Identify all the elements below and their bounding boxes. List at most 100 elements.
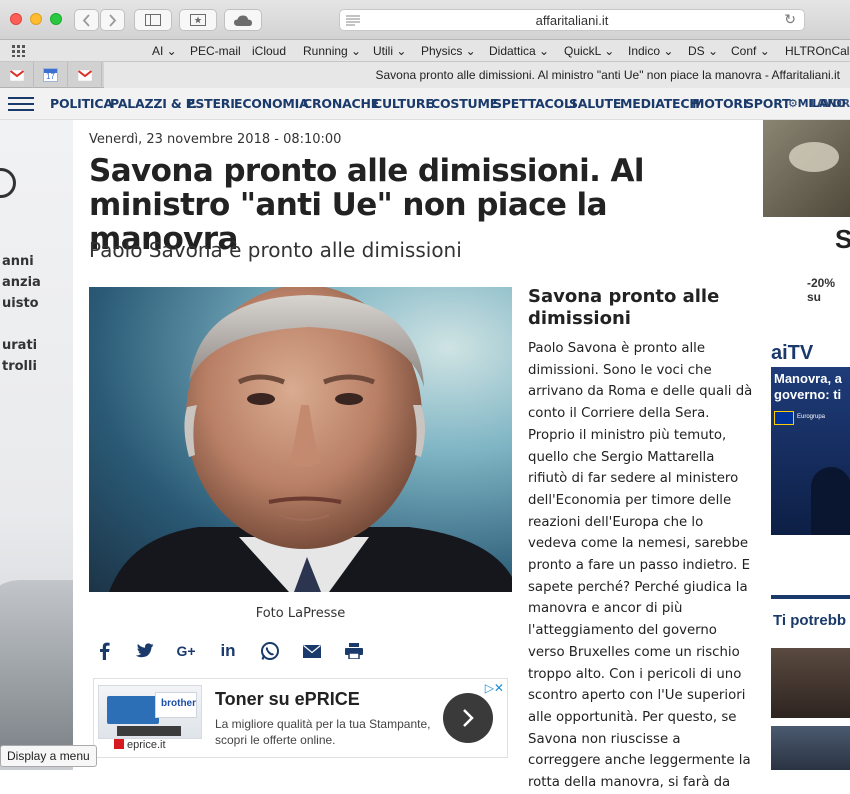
bookmark-folder-utili[interactable]: Utili ⌄ bbox=[373, 44, 406, 58]
ad-brand: eprice.it bbox=[114, 739, 166, 751]
whatsapp-icon bbox=[261, 642, 279, 660]
calendar-day: 17 bbox=[46, 72, 55, 81]
nav-culture[interactable]: CULTURE bbox=[373, 96, 434, 111]
email-share-button[interactable] bbox=[301, 640, 323, 662]
recommended-header: Ti potrebb bbox=[773, 612, 847, 629]
icloud-tabs-button[interactable] bbox=[224, 9, 262, 31]
bookmark-folder-ai[interactable]: AI ⌄ bbox=[152, 44, 177, 58]
ad-product-image[interactable] bbox=[763, 120, 850, 217]
recommended-thumbnail[interactable] bbox=[771, 648, 850, 718]
bookmarks-bar: AI ⌄ PEC-mail iCloud Running ⌄ Utili ⌄ P… bbox=[0, 40, 850, 62]
back-button[interactable] bbox=[74, 9, 99, 31]
ad-printer-image: brother bbox=[98, 685, 202, 739]
bookmark-folder-didattica[interactable]: Didattica ⌄ bbox=[489, 44, 549, 58]
pinned-tab-gmail[interactable] bbox=[0, 62, 34, 88]
nav-costume[interactable]: COSTUME bbox=[431, 96, 498, 111]
gmail-icon bbox=[77, 69, 92, 81]
url-text: affaritaliani.it bbox=[535, 13, 609, 28]
ad-text: La migliore qualità per la tua Stampante… bbox=[215, 717, 431, 747]
reload-icon[interactable]: ↻ bbox=[784, 12, 796, 28]
close-window-button[interactable] bbox=[10, 13, 22, 25]
active-tab[interactable]: Savona pronto alle dimissioni. Al minist… bbox=[104, 62, 850, 88]
bookmark-folder-running[interactable]: Running ⌄ bbox=[303, 44, 361, 58]
whatsapp-share-button[interactable] bbox=[259, 640, 281, 662]
grid-icon[interactable] bbox=[12, 45, 26, 57]
bookmark-folder-quickl[interactable]: QuickL ⌄ bbox=[564, 44, 614, 58]
pinned-tab-gmail-2[interactable] bbox=[68, 62, 102, 88]
ad-title[interactable]: Toner su ePRICE bbox=[215, 689, 360, 710]
ad-go-button[interactable] bbox=[443, 693, 493, 743]
article-body: Paolo Savona è pronto alle dimissioni. S… bbox=[528, 341, 753, 791]
tab-bar: 17 Savona pronto alle dimissioni. Al min… bbox=[0, 62, 850, 88]
bookmark-folder-ds[interactable]: DS ⌄ bbox=[688, 44, 718, 58]
tab-title: Savona pronto alle dimissioni. Al minist… bbox=[375, 68, 840, 82]
photo-caption: Foto LaPresse bbox=[255, 606, 346, 621]
bookmark-icloud[interactable]: iCloud bbox=[252, 44, 286, 58]
chevron-left-icon bbox=[82, 13, 90, 27]
ad-car-image bbox=[0, 580, 73, 760]
nav-spettacoli[interactable]: SPETTACOLI bbox=[493, 96, 576, 111]
article-photo bbox=[89, 287, 512, 592]
print-button[interactable] bbox=[343, 640, 365, 662]
nav-lavoro[interactable]: LAVOR bbox=[810, 97, 850, 110]
video-figure bbox=[811, 467, 850, 535]
ad-discount: -20% su bbox=[807, 276, 836, 304]
address-bar[interactable]: affaritaliani.it ↻ bbox=[339, 9, 805, 31]
chevron-right-icon bbox=[463, 709, 474, 727]
facebook-share-button[interactable] bbox=[93, 640, 115, 662]
eprice-logo-icon bbox=[114, 739, 124, 749]
nav-cronache[interactable]: CRONACHE bbox=[303, 96, 379, 111]
nav-palazzi[interactable]: PALAZZI & P. bbox=[110, 96, 197, 111]
aitv-header[interactable]: aiTV bbox=[771, 342, 813, 365]
video-title: Manovra, a governo: ti bbox=[774, 371, 842, 402]
email-icon bbox=[303, 644, 321, 658]
pinned-tab-calendar[interactable]: 17 bbox=[34, 62, 68, 88]
nav-politica[interactable]: POLITICA bbox=[50, 96, 113, 111]
site-navigation: POLITICA PALAZZI & P. ESTERI ECONOMIA CR… bbox=[0, 88, 850, 120]
nav-esteri[interactable]: ESTERI bbox=[187, 96, 235, 111]
top-sites-button[interactable] bbox=[179, 9, 217, 31]
nav-mediatech[interactable]: MEDIATECH bbox=[620, 96, 700, 111]
forward-button[interactable] bbox=[100, 9, 125, 31]
portrait-illustration bbox=[109, 287, 512, 592]
sidebar-button[interactable] bbox=[134, 9, 172, 31]
milano-logo-icon: ⚙ bbox=[788, 97, 798, 110]
star-grid-icon bbox=[190, 14, 206, 26]
left-skin-ad[interactable]: anni anzia uisto urati trolli bbox=[0, 120, 73, 770]
nav-economia[interactable]: ECONOMIA bbox=[234, 96, 309, 111]
adchoices-icon[interactable]: ▷✕ bbox=[485, 681, 504, 695]
section-divider bbox=[771, 595, 850, 599]
minimize-window-button[interactable] bbox=[30, 13, 42, 25]
facebook-icon bbox=[100, 642, 110, 660]
bookmark-folder-indico[interactable]: Indico ⌄ bbox=[628, 44, 673, 58]
video-tag: Eurogrupa bbox=[797, 414, 826, 420]
ad-logo-glyph: S bbox=[835, 224, 850, 254]
recommended-thumbnail[interactable] bbox=[771, 726, 850, 770]
cloud-icon bbox=[234, 15, 252, 26]
sidebar-icon bbox=[145, 14, 161, 26]
google-plus-share-button[interactable]: G+ bbox=[175, 640, 197, 662]
social-share-bar: G+ in bbox=[93, 640, 393, 662]
nav-sport[interactable]: SPORT bbox=[745, 96, 791, 111]
eu-flag-icon bbox=[774, 411, 794, 425]
zoom-window-button[interactable] bbox=[50, 13, 62, 25]
linkedin-icon: in bbox=[220, 641, 236, 660]
menu-tooltip: Display a menu bbox=[0, 745, 97, 767]
article-date: Venerdì, 23 novembre 2018 - 08:10:00 bbox=[89, 132, 342, 147]
nav-salute[interactable]: SALUTE bbox=[569, 96, 621, 111]
ad-logo-ring bbox=[0, 168, 16, 198]
nav-motori[interactable]: MOTORI bbox=[692, 96, 747, 111]
bookmark-pec-mail[interactable]: PEC-mail bbox=[190, 44, 241, 58]
bookmark-folder-physics[interactable]: Physics ⌄ bbox=[421, 44, 476, 58]
bookmark-folder-conf[interactable]: Conf ⌄ bbox=[731, 44, 770, 58]
hamburger-menu-icon[interactable] bbox=[8, 97, 34, 111]
ad-text-line: uisto bbox=[2, 296, 39, 311]
eprice-ad[interactable]: brother eprice.it Toner su ePRICE La mig… bbox=[93, 678, 508, 758]
aitv-video[interactable]: Manovra, a governo: ti Eurogrupa bbox=[771, 367, 850, 535]
twitter-share-button[interactable] bbox=[133, 640, 155, 662]
ad-text-line: urati bbox=[2, 338, 38, 353]
bookmark-hltroncall[interactable]: HLTROnCall_ bbox=[785, 44, 850, 58]
article-subtitle: Paolo Savona è pronto alle dimissioni bbox=[89, 238, 462, 262]
gmail-icon bbox=[9, 69, 24, 81]
linkedin-share-button[interactable]: in bbox=[217, 640, 239, 662]
